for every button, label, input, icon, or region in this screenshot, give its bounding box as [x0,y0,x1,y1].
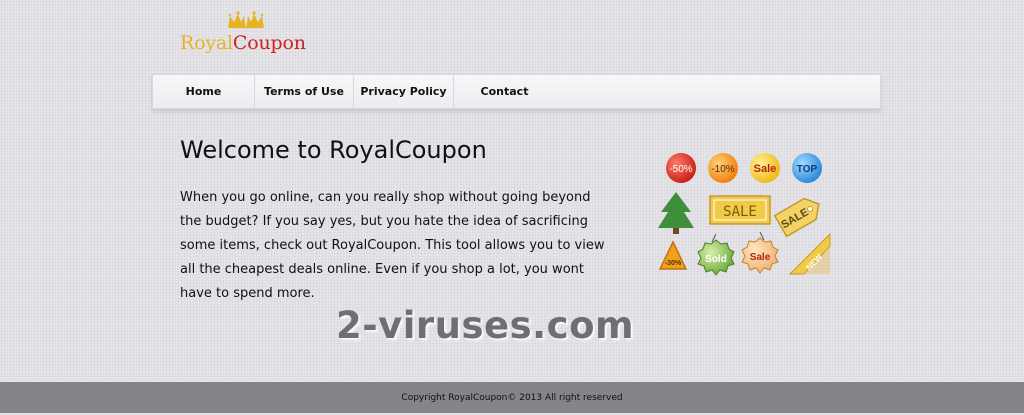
badge-minus-10: -10% [708,153,738,183]
sold-seal: Sold [697,233,735,276]
new-ribbon: NEW [788,232,831,275]
sale-sign-label: SALE [723,204,757,220]
sale-tags-illustration: -50% -10% Sale TOP SALE SALE -30% Sold S… [658,153,831,276]
page-title: Welcome to RoyalCoupon [180,136,487,164]
christmas-tree-icon [658,192,694,234]
badge-sale-yellow: Sale [750,153,780,183]
badge-minus-10-label: -10% [711,164,734,175]
crown-icon [228,11,264,28]
badge-minus-50-label: -50% [669,164,692,175]
nav-contact[interactable]: Contact [454,75,555,108]
badge-top-label: TOP [797,164,818,175]
triangle-badge: -30% [658,240,688,270]
intro-paragraph: When you go online, can you really shop … [180,190,605,301]
nav-home[interactable]: Home [153,75,254,108]
badge-top: TOP [792,153,822,183]
sold-seal-label: Sold [705,254,727,265]
sale-label-tag: SALE [773,197,820,238]
footer: Copyright RoyalCoupon© 2013 All right re… [0,382,1024,413]
nav-terms-of-use[interactable]: Terms of Use [255,75,353,108]
site-logo[interactable]: RoyalCoupon [180,10,320,60]
footer-copyright: Copyright RoyalCoupon© 2013 All right re… [401,393,623,403]
logo-royal-text: Royal [180,32,233,54]
badge-sale-yellow-label: Sale [754,163,777,175]
watermark-text: 2-viruses.com [336,304,635,347]
nav-privacy-policy[interactable]: Privacy Policy [354,75,453,108]
badge-minus-50: -50% [666,153,696,183]
sale-seal-label: Sale [750,252,771,263]
sale-seal: Sale [741,231,779,274]
triangle-badge-label: -30% [665,260,682,267]
main-navigation: Home Terms of Use Privacy Policy Contact [152,74,881,109]
logo-wordmark: RoyalCoupon [180,32,306,54]
logo-coupon-text: Coupon [232,32,306,54]
sale-sign: SALE [709,195,771,225]
